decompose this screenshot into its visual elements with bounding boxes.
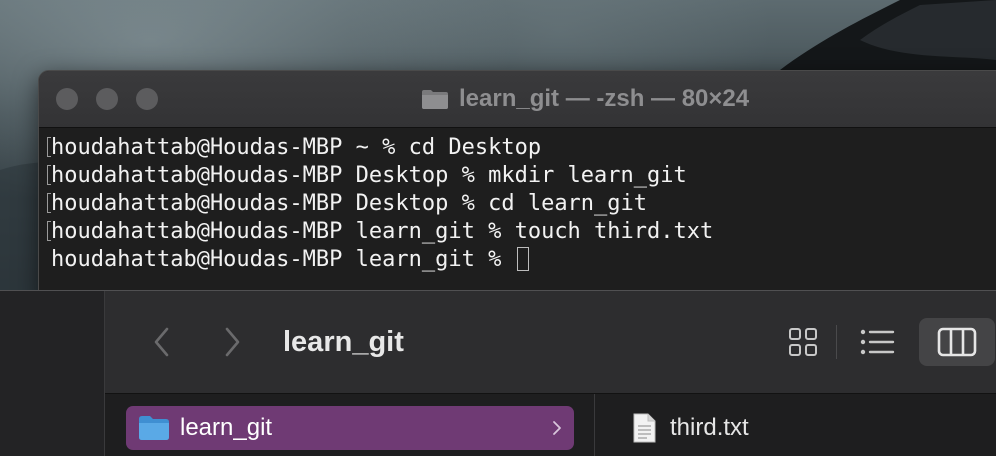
zoom-window-button[interactable]: [136, 88, 158, 110]
terminal-prompt-line[interactable]: houdahattab@Houdas-MBP learn_git %: [47, 246, 996, 274]
text-cursor: [516, 247, 529, 271]
terminal-line: houdahattab@Houdas-MBP Desktop % cd lear…: [47, 190, 996, 218]
terminal-titlebar[interactable]: learn_git — -zsh — 80×24: [39, 71, 996, 128]
column-row-label: learn_git: [180, 414, 273, 441]
grid-icon: [789, 328, 817, 356]
column-view-button[interactable]: [919, 318, 995, 366]
terminal-prompt-text: houdahattab@Houdas-MBP learn_git %: [51, 247, 515, 272]
file-item-third-txt[interactable]: third.txt: [632, 406, 749, 450]
desktop: learn_git — -zsh — 80×24 houdahattab@Hou…: [0, 0, 996, 456]
terminal-title-text: learn_git — -zsh — 80×24: [459, 85, 750, 112]
finder-folder-title: learn_git: [283, 326, 404, 358]
minimize-window-button[interactable]: [96, 88, 118, 110]
terminal-line: houdahattab@Houdas-MBP Desktop % mkdir l…: [47, 162, 996, 190]
terminal-line: houdahattab@Houdas-MBP learn_git % touch…: [47, 218, 996, 246]
terminal-line: houdahattab@Houdas-MBP ~ % cd Desktop: [47, 134, 996, 162]
finder-sidebar[interactable]: [0, 291, 105, 456]
terminal-window[interactable]: learn_git — -zsh — 80×24 houdahattab@Hou…: [38, 70, 996, 302]
finder-window[interactable]: learn_git learn_git third.txt: [0, 290, 996, 456]
chevron-right-icon: [225, 327, 240, 357]
column-row-learn-git[interactable]: learn_git: [126, 406, 574, 450]
folder-icon: [138, 415, 170, 441]
terminal-line-text: houdahattab@Houdas-MBP ~ % cd Desktop: [51, 135, 542, 160]
document-icon: [632, 413, 656, 443]
chevron-left-icon: [154, 327, 169, 357]
icon-view-button[interactable]: [785, 324, 821, 360]
list-view-button[interactable]: [857, 324, 897, 360]
columns-icon: [937, 327, 977, 357]
terminal-title: learn_git — -zsh — 80×24: [421, 84, 749, 114]
terminal-line-text: houdahattab@Houdas-MBP Desktop % mkdir l…: [51, 163, 687, 188]
chevron-right-icon: [552, 418, 562, 438]
terminal-line-text: houdahattab@Houdas-MBP Desktop % cd lear…: [51, 191, 648, 216]
terminal-line-text: houdahattab@Houdas-MBP learn_git % touch…: [51, 219, 714, 244]
close-window-button[interactable]: [56, 88, 78, 110]
toolbar-divider: [836, 325, 837, 359]
folder-icon: [421, 88, 449, 110]
back-button[interactable]: [149, 325, 173, 359]
finder-column-browser[interactable]: learn_git third.txt: [105, 394, 996, 456]
list-icon: [860, 329, 895, 355]
finder-toolbar[interactable]: learn_git: [105, 291, 996, 394]
forward-button[interactable]: [221, 325, 245, 359]
column-divider[interactable]: [594, 394, 595, 456]
file-item-label: third.txt: [670, 414, 749, 441]
terminal-output[interactable]: houdahattab@Houdas-MBP ~ % cd Desktop ho…: [39, 128, 996, 274]
